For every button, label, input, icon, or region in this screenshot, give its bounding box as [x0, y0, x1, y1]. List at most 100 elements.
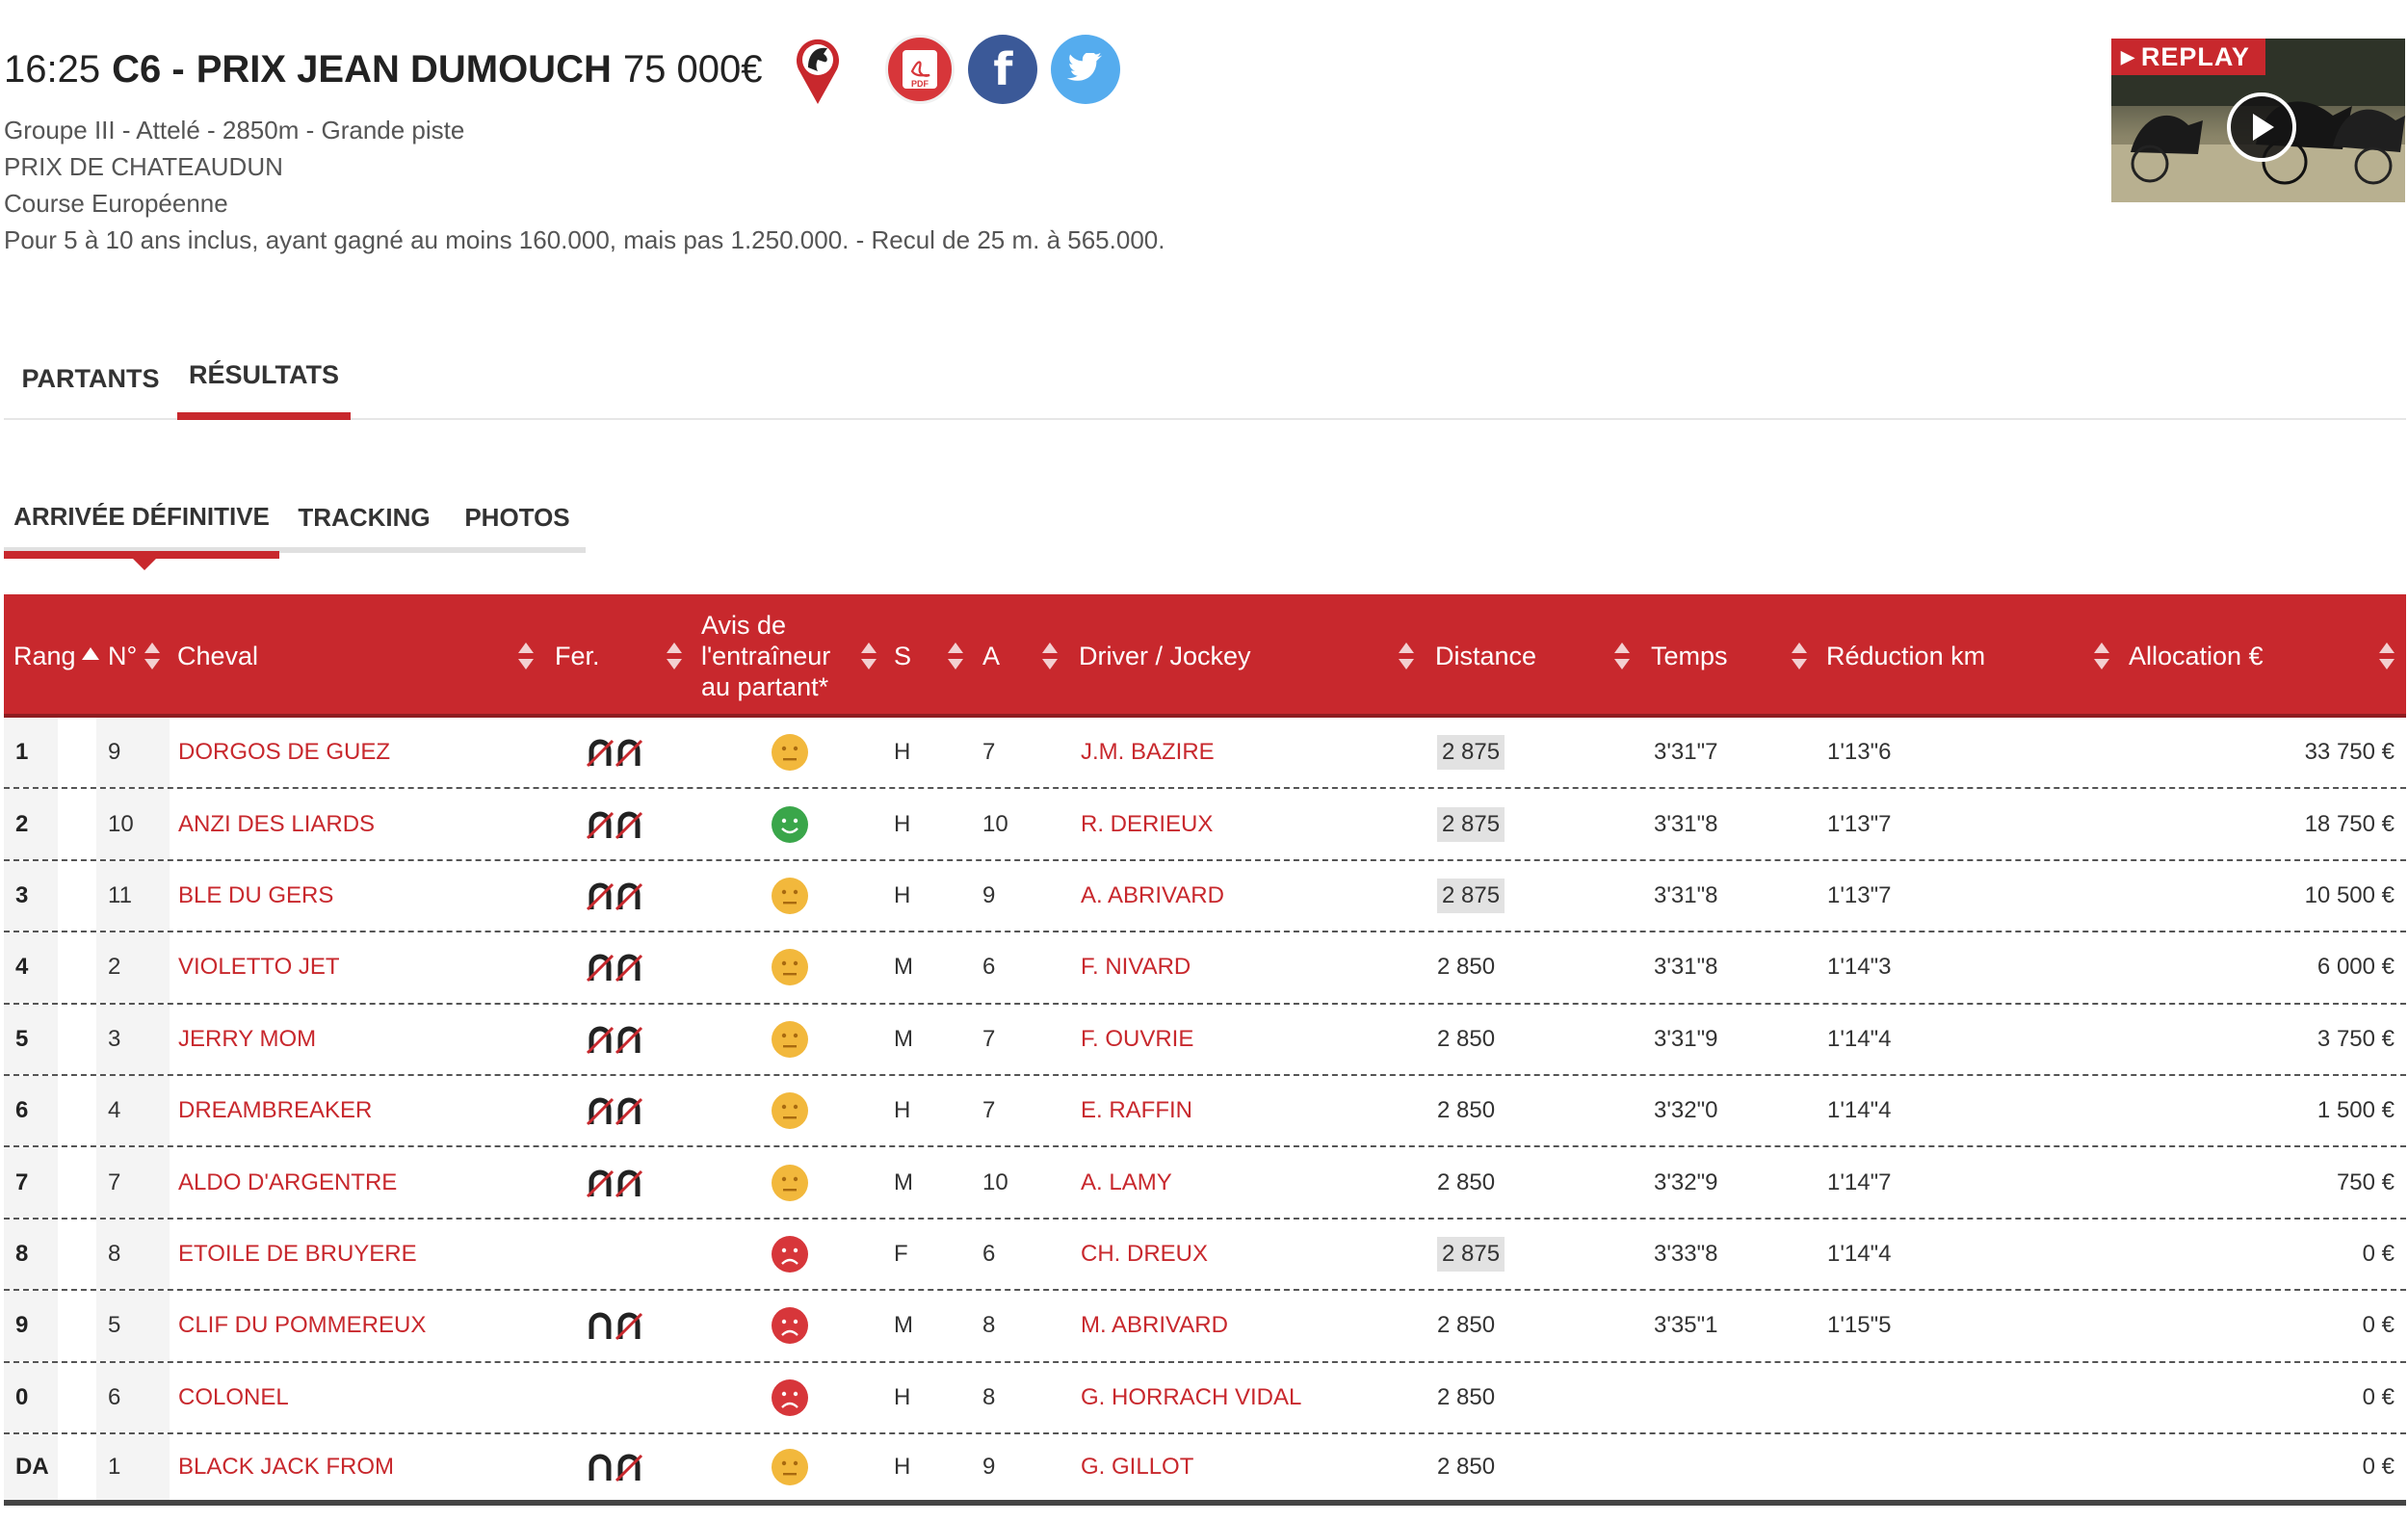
- cell-age: 9: [982, 881, 996, 908]
- cell-sexe: H: [894, 1383, 911, 1410]
- cell-avis: [771, 1434, 809, 1500]
- sort-num-icon[interactable]: [144, 637, 160, 675]
- cell-driver-link[interactable]: R. DERIEUX: [1081, 789, 1427, 858]
- col-avis[interactable]: Avis de l'entraîneur au partant*: [701, 594, 865, 718]
- col-temps[interactable]: Temps: [1651, 594, 1728, 718]
- replay-label: REPLAY: [2140, 41, 2250, 71]
- table-row: 6 4 DREAMBREAKER H 7 E. RAFFIN 2 850 3'32"0 1'14…: [4, 1075, 2406, 1148]
- cell-cheval-link[interactable]: ALDO D'ARGENTRE: [178, 1147, 563, 1217]
- trainer-opinion-neutral-icon: [772, 1449, 808, 1486]
- sort-cheval-icon[interactable]: [518, 637, 534, 675]
- cell-rang: 8: [4, 1219, 58, 1290]
- cell-age: 7: [982, 739, 996, 766]
- replay-arrow-icon: ▶: [2121, 46, 2135, 66]
- cell-allocation: 750 €: [2336, 1168, 2395, 1195]
- tab-resultats[interactable]: RÉSULTATS: [177, 337, 351, 420]
- cell-cheval-link[interactable]: ETOILE DE BRUYERE: [178, 1220, 563, 1289]
- col-rang[interactable]: Rang: [13, 594, 76, 718]
- sort-temps-icon[interactable]: [1792, 637, 1807, 675]
- cell-cheval-link[interactable]: BLE DU GERS: [178, 861, 563, 931]
- cell-cheval-link[interactable]: JERRY MOM: [178, 1005, 563, 1074]
- sort-allocation-icon[interactable]: [2379, 637, 2395, 675]
- cell-driver-link[interactable]: F. OUVRIE: [1081, 1005, 1427, 1074]
- cell-cheval-link[interactable]: BLACK JACK FROM: [178, 1434, 563, 1500]
- cell-distance: 2 850: [1437, 1005, 1572, 1074]
- table-row: DA 1 BLACK JACK FROM H 9 G. GILLOT 2 850 0 €: [4, 1433, 2406, 1507]
- distance-value: 2 850: [1437, 1097, 1496, 1124]
- cell-age: 8: [982, 1312, 996, 1339]
- cell-temps: 3'31"9: [1654, 1025, 1718, 1052]
- cell-reduction: 1'13"7: [1827, 810, 1892, 837]
- distance-value: 2 850: [1437, 1454, 1496, 1481]
- cell-temps: 3'31"7: [1654, 739, 1718, 766]
- cell-avis: [771, 1291, 809, 1360]
- col-age[interactable]: A: [982, 594, 1000, 718]
- tab-partants[interactable]: PARTANTS: [4, 337, 177, 420]
- cell-distance: 2 850: [1437, 1147, 1572, 1217]
- cell-reduction: 1'14"4: [1827, 1240, 1892, 1267]
- col-reduction[interactable]: Réduction km: [1826, 594, 1985, 718]
- trainer-opinion-good-icon: [772, 805, 808, 843]
- cell-driver-link[interactable]: A. LAMY: [1081, 1147, 1427, 1217]
- tab-photos[interactable]: PHOTOS: [449, 482, 586, 553]
- table-row: 0 6 COLONEL H 8 G. HORRACH VIDAL 2 850 0 €: [4, 1362, 2406, 1434]
- cell-reduction: 1'14"7: [1827, 1168, 1892, 1195]
- cell-num: 1: [108, 1454, 121, 1481]
- cell-allocation: 0 €: [2362, 1454, 2395, 1481]
- cell-reduction: 1'13"6: [1827, 739, 1892, 766]
- cell-allocation: 0 €: [2362, 1312, 2395, 1339]
- sort-avis-icon[interactable]: [861, 637, 877, 675]
- location-horse-icon[interactable]: [789, 33, 847, 106]
- facebook-icon[interactable]: f: [968, 35, 1038, 104]
- cell-cheval-link[interactable]: VIOLETTO JET: [178, 932, 563, 1002]
- cell-cheval-link[interactable]: DORGOS DE GUEZ: [178, 718, 563, 787]
- cell-reduction: 1'14"4: [1827, 1025, 1892, 1052]
- col-cheval[interactable]: Cheval: [177, 594, 258, 718]
- tab-tracking[interactable]: TRACKING: [279, 482, 449, 553]
- col-num[interactable]: N°: [108, 594, 137, 718]
- table-body: 1 9 DORGOS DE GUEZ H 7 J.M. BAZIRE 2 875 3'31"7…: [4, 718, 2406, 1507]
- pdf-icon[interactable]: PDF: [885, 35, 955, 104]
- cell-num: 11: [108, 881, 132, 908]
- sort-distance-icon[interactable]: [1614, 637, 1630, 675]
- replay-badge: ▶ REPLAY: [2111, 39, 2265, 75]
- twitter-icon[interactable]: [1051, 35, 1121, 104]
- cell-avis: [771, 1147, 809, 1217]
- cell-temps: 3'31"8: [1654, 881, 1718, 908]
- cell-cheval-link[interactable]: DREAMBREAKER: [178, 1076, 563, 1145]
- cell-driver-link[interactable]: E. RAFFIN: [1081, 1076, 1427, 1145]
- col-allocation[interactable]: Allocation €: [2129, 594, 2264, 718]
- race-header: 16:25 C6 - PRIX JEAN DUMOUCH 75 000€ PDF…: [0, 35, 1926, 258]
- sort-fer-icon[interactable]: [667, 637, 682, 675]
- cell-driver-link[interactable]: F. NIVARD: [1081, 932, 1427, 1002]
- tab-arrivee-definitive[interactable]: ARRIVÉE DÉFINITIVE: [4, 482, 279, 559]
- cell-driver-link[interactable]: A. ABRIVARD: [1081, 861, 1427, 931]
- cell-distance: 2 850: [1437, 1076, 1572, 1145]
- race-prize: 75 000€: [622, 47, 763, 91]
- cell-rang: 3: [4, 860, 58, 932]
- sort-age-icon[interactable]: [1042, 637, 1058, 675]
- cell-cheval-link[interactable]: COLONEL: [178, 1363, 563, 1432]
- cell-driver-link[interactable]: G. HORRACH VIDAL: [1081, 1363, 1427, 1432]
- sort-reduction-icon[interactable]: [2094, 637, 2109, 675]
- cell-reduction: [1827, 1434, 1962, 1500]
- col-fer[interactable]: Fer.: [555, 594, 600, 718]
- sort-asc-icon[interactable]: [82, 647, 99, 660]
- cell-cheval-link[interactable]: CLIF DU POMMEREUX: [178, 1291, 563, 1360]
- cell-sexe: H: [894, 1454, 911, 1481]
- sort-sexe-icon[interactable]: [948, 637, 963, 675]
- cell-avis: [771, 861, 809, 931]
- cell-driver-link[interactable]: M. ABRIVARD: [1081, 1291, 1427, 1360]
- col-distance[interactable]: Distance: [1435, 594, 1536, 718]
- cell-driver-link[interactable]: J.M. BAZIRE: [1081, 718, 1427, 787]
- sort-driver-icon[interactable]: [1399, 637, 1414, 675]
- cell-cheval-link[interactable]: ANZI DES LIARDS: [178, 789, 563, 858]
- play-icon[interactable]: [2227, 92, 2296, 162]
- cell-avis: [771, 1220, 809, 1289]
- col-driver[interactable]: Driver / Jockey: [1079, 594, 1251, 718]
- cell-driver-link[interactable]: G. GILLOT: [1081, 1434, 1427, 1500]
- replay-thumbnail[interactable]: ▶ REPLAY: [2111, 39, 2405, 202]
- shoeing-icon: [586, 1434, 663, 1500]
- col-sexe[interactable]: S: [894, 594, 911, 718]
- cell-driver-link[interactable]: CH. DREUX: [1081, 1220, 1427, 1289]
